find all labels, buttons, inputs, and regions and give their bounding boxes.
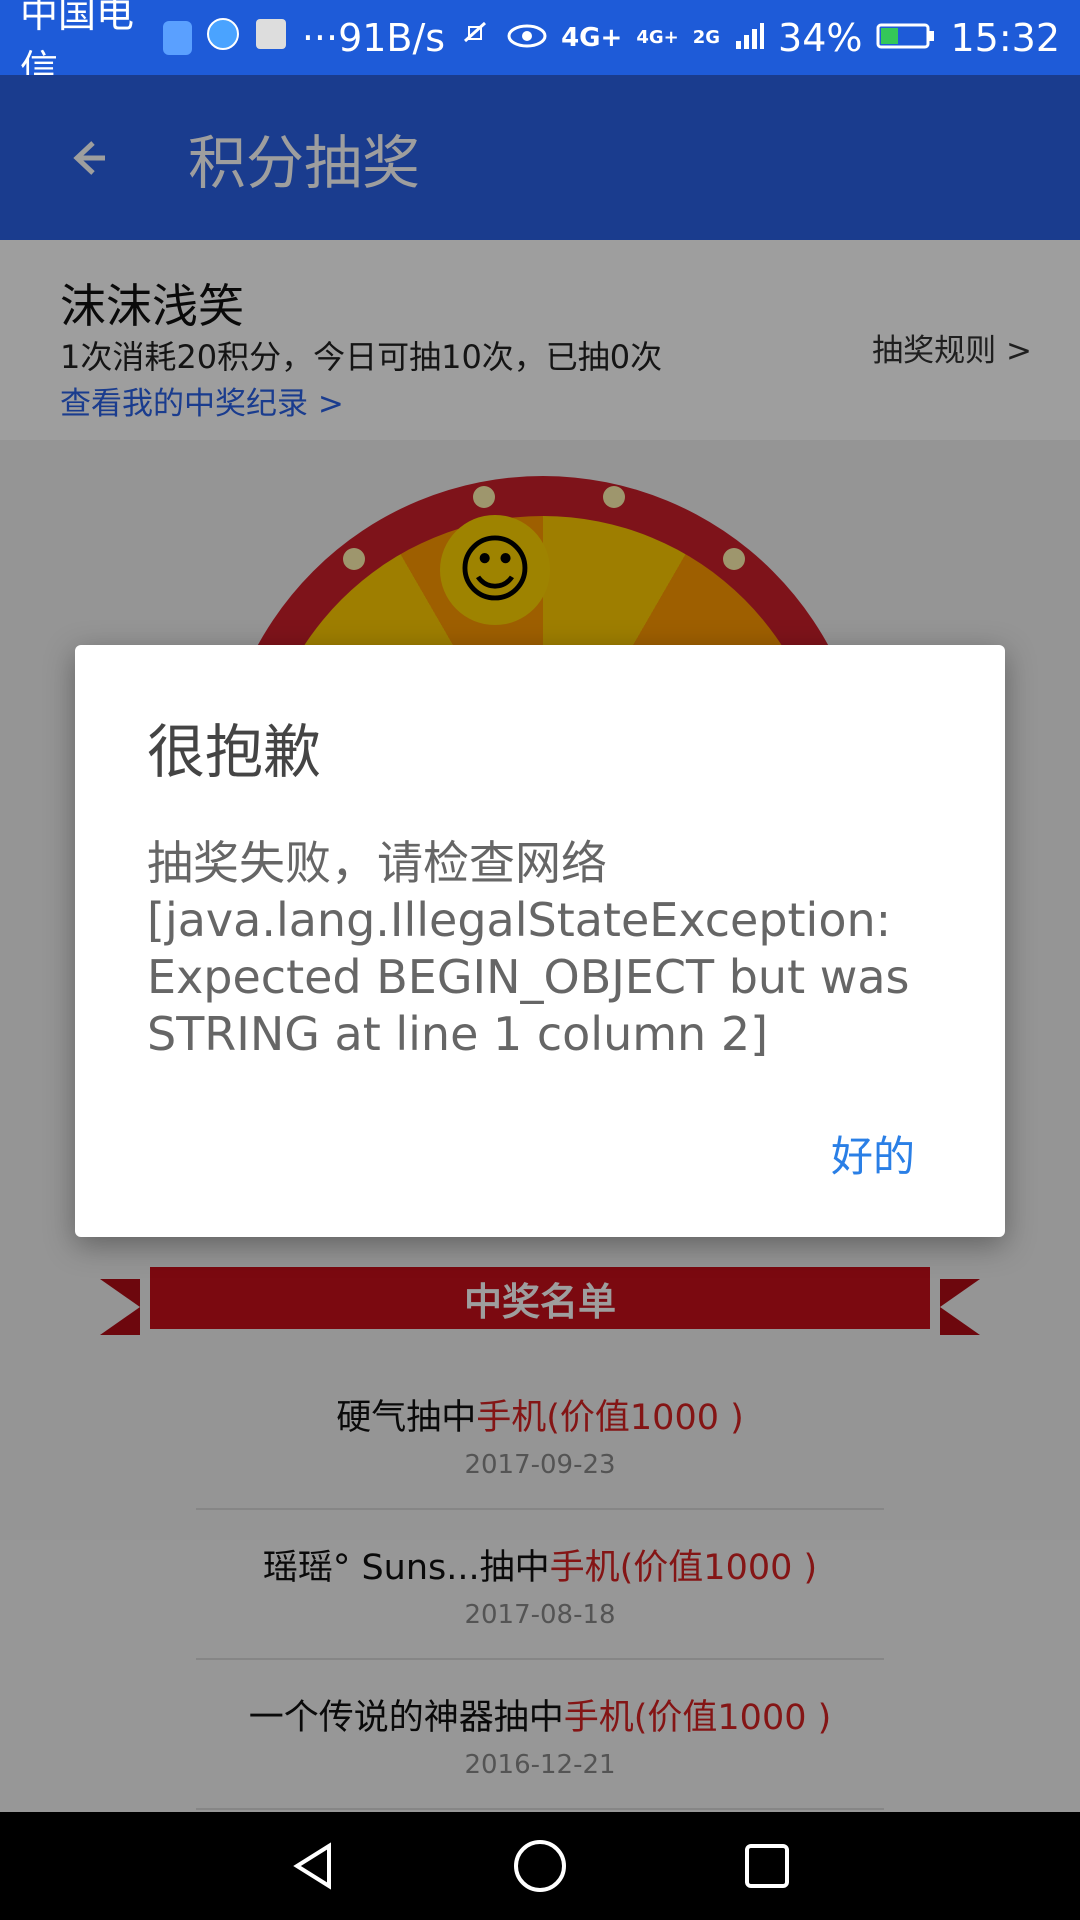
battery-percent: 34%	[778, 15, 863, 60]
recents-nav-icon[interactable]	[732, 1831, 802, 1901]
mute-icon	[459, 16, 493, 60]
dialog-message: 抽奖失败，请检查网络 [java.lang.IllegalStateExcept…	[147, 836, 910, 1061]
back-nav-icon[interactable]	[278, 1831, 348, 1901]
error-dialog: 很抱歉 抽奖失败，请检查网络 [java.lang.IllegalStateEx…	[75, 645, 1005, 1237]
net-speed: 91B/s	[338, 15, 446, 60]
battery-icon	[876, 16, 936, 60]
signal-label-1: 4G+	[561, 22, 623, 53]
avatar-icon	[254, 16, 288, 60]
status-right: 91B/s 4G+ 4G+ 2G 34% 15:32	[338, 16, 1080, 60]
home-nav-icon[interactable]	[505, 1831, 575, 1901]
status-bar: 中国电信 ··· 91B/s 4G+ 4G+ 2G 34% 15:32	[0, 0, 1080, 91]
signal-label-2: 4G+	[636, 27, 679, 48]
dialog-title: 很抱歉	[147, 718, 322, 786]
globe-icon	[206, 16, 240, 60]
clock: 15:32	[950, 15, 1060, 60]
signal-label-3: 2G	[692, 27, 721, 48]
eye-icon	[507, 16, 547, 60]
ok-button[interactable]: 好的	[831, 1123, 915, 1184]
signal-icon	[734, 16, 765, 60]
app-badge-icon	[162, 20, 192, 55]
more-indicator: ···	[301, 15, 339, 60]
navigation-bar	[0, 1812, 1080, 1920]
